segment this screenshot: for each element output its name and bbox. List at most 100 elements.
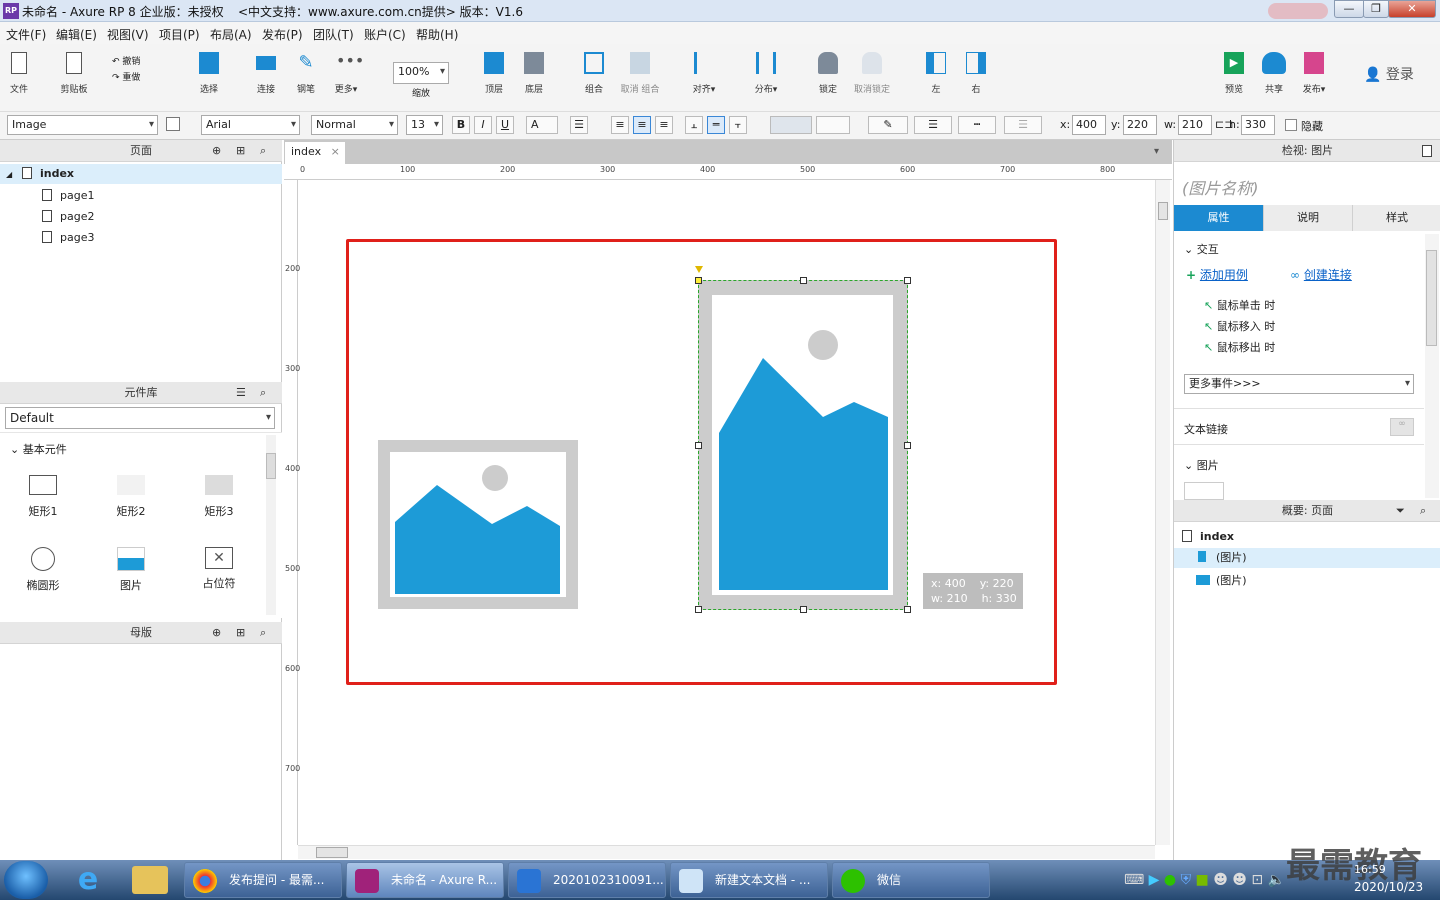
resize-handle[interactable]: [904, 606, 911, 613]
align-center-icon[interactable]: ≡: [633, 116, 651, 134]
group-button[interactable]: 组合: [572, 52, 616, 95]
nvidia-icon[interactable]: ■: [1196, 872, 1209, 888]
canvas-vertical-scrollbar[interactable]: [1155, 180, 1170, 845]
right-pane-button[interactable]: 右: [954, 52, 998, 95]
more-events-select[interactable]: 更多事件>>>: [1184, 374, 1414, 394]
bold-button[interactable]: B: [452, 116, 470, 134]
search-icon[interactable]: ⌕: [260, 382, 266, 404]
tab-menu-icon[interactable]: ▾: [1154, 146, 1159, 157]
preview-button[interactable]: ▶ 预览: [1212, 52, 1256, 95]
close-button[interactable]: ✕: [1388, 0, 1436, 18]
fill-color-button[interactable]: [770, 116, 812, 134]
shadow-button[interactable]: [816, 116, 850, 134]
font-select[interactable]: Arial: [201, 115, 300, 135]
qq-icon[interactable]: ☻: [1232, 872, 1247, 888]
pen-tool[interactable]: ✎ 钢笔: [284, 52, 328, 95]
search-icon[interactable]: ⌕: [1420, 500, 1426, 522]
h-input[interactable]: 330: [1241, 115, 1275, 135]
style-select[interactable]: Image: [7, 115, 158, 135]
select-tool[interactable]: 选择: [186, 52, 232, 95]
unlock-button[interactable]: 取消锁定: [850, 52, 894, 95]
menu-view[interactable]: 视图(V): [107, 26, 149, 43]
arrow-style-icon[interactable]: ☰: [1004, 116, 1042, 134]
outline-root[interactable]: index: [1182, 530, 1234, 543]
taskbar-item-wechat[interactable]: 微信: [832, 862, 990, 898]
lock-button[interactable]: 锁定: [806, 52, 850, 95]
login-button[interactable]: 👤 登录: [1364, 64, 1414, 84]
add-page-icon[interactable]: ⊕: [212, 140, 221, 162]
resize-handle[interactable]: [695, 606, 702, 613]
menu-layout[interactable]: 布局(A): [210, 26, 252, 43]
italic-button[interactable]: I: [474, 116, 492, 134]
widget-image[interactable]: 图片: [101, 547, 161, 593]
underline-button[interactable]: U: [496, 116, 514, 134]
add-case-link[interactable]: + 添加用例: [1186, 266, 1248, 283]
notes-icon[interactable]: [1422, 145, 1432, 157]
zoom-select[interactable]: 100%: [393, 62, 449, 84]
add-folder-icon[interactable]: ⊞: [236, 140, 245, 162]
rotate-handle-icon[interactable]: [695, 266, 703, 273]
canvas-horizontal-scrollbar[interactable]: [298, 845, 1155, 859]
resize-handle[interactable]: [904, 442, 911, 449]
left-pane-button[interactable]: 左: [914, 52, 958, 95]
font-weight-select[interactable]: Normal: [311, 115, 398, 135]
y-input[interactable]: 220: [1123, 115, 1157, 135]
menu-publish[interactable]: 发布(P): [262, 26, 303, 43]
line-color-icon[interactable]: ✎: [868, 116, 908, 134]
network-icon[interactable]: ⊡: [1251, 872, 1263, 888]
tray-app-icon[interactable]: ▶: [1149, 872, 1160, 888]
menu-help[interactable]: 帮助(H): [416, 26, 458, 43]
widget-placeholder[interactable]: ✕ 占位符: [189, 547, 249, 591]
tab-properties[interactable]: 属性: [1174, 205, 1263, 231]
line-style-icon[interactable]: ┅: [958, 116, 996, 134]
volume-icon[interactable]: 🔈: [1268, 872, 1285, 888]
interaction-section[interactable]: ⌄ 交互: [1184, 241, 1219, 257]
add-master-icon[interactable]: ⊕: [212, 622, 221, 644]
menu-team[interactable]: 团队(T): [313, 26, 354, 43]
hide-checkbox[interactable]: [1285, 119, 1297, 131]
bring-to-front-button[interactable]: 顶层: [472, 52, 516, 95]
widget-name-field[interactable]: (图片名称): [1182, 175, 1259, 199]
page-item-page2[interactable]: page2: [42, 210, 94, 223]
outline-item-image-1[interactable]: (图片): [1174, 548, 1440, 568]
taskbar-item-notepad[interactable]: 新建文本文档 - ...: [670, 862, 828, 898]
menu-project[interactable]: 项目(P): [159, 26, 200, 43]
redo-button[interactable]: ↷ 重做: [112, 70, 140, 83]
file-button[interactable]: 文件: [0, 52, 38, 95]
qq-icon[interactable]: ☻: [1213, 872, 1228, 888]
resize-handle[interactable]: [800, 606, 807, 613]
page-item-page1[interactable]: page1: [42, 189, 94, 202]
more-tools-button[interactable]: ••• 更多▾: [324, 52, 368, 96]
ungroup-button[interactable]: 取消 组合: [618, 52, 662, 95]
page-item-page3[interactable]: page3: [42, 231, 94, 244]
event-mouseenter[interactable]: ↖ 鼠标移入 时: [1204, 318, 1275, 334]
outline-item-image-2[interactable]: (图片): [1196, 572, 1247, 588]
library-select[interactable]: Default: [5, 407, 275, 429]
keyboard-icon[interactable]: ⌨: [1124, 872, 1144, 888]
valign-top-icon[interactable]: ⫠: [685, 116, 703, 134]
font-size-select[interactable]: 13: [406, 115, 443, 135]
line-width-icon[interactable]: ☰: [914, 116, 952, 134]
x-input[interactable]: 400: [1072, 115, 1106, 135]
tab-index[interactable]: index ×: [285, 142, 345, 164]
inspector-scrollbar[interactable]: [1425, 234, 1439, 498]
ie-icon[interactable]: e: [66, 864, 110, 896]
menu-edit[interactable]: 编辑(E): [56, 26, 97, 43]
resize-handle[interactable]: [695, 277, 702, 284]
create-link-link[interactable]: ∞ 创建连接: [1290, 266, 1352, 283]
filter-icon[interactable]: ⏷: [1396, 500, 1405, 522]
minimize-button[interactable]: —: [1334, 0, 1364, 18]
send-to-back-button[interactable]: 底层: [512, 52, 556, 95]
library-menu-icon[interactable]: ☰: [236, 382, 246, 404]
widget-rect1[interactable]: 矩形1: [13, 475, 73, 519]
share-button[interactable]: 共享: [1252, 52, 1296, 95]
wechat-tray-icon[interactable]: ●: [1164, 872, 1176, 888]
widget-rect3[interactable]: 矩形3: [189, 475, 249, 519]
menu-account[interactable]: 账户(C): [364, 26, 406, 43]
valign-middle-icon[interactable]: ═: [707, 116, 725, 134]
align-button[interactable]: 对齐▾: [682, 52, 726, 95]
publish-button[interactable]: 发布▾: [1292, 52, 1336, 95]
add-folder-icon[interactable]: ⊞: [236, 622, 245, 644]
search-icon[interactable]: ⌕: [260, 140, 266, 162]
widget-rect2[interactable]: 矩形2: [101, 475, 161, 519]
